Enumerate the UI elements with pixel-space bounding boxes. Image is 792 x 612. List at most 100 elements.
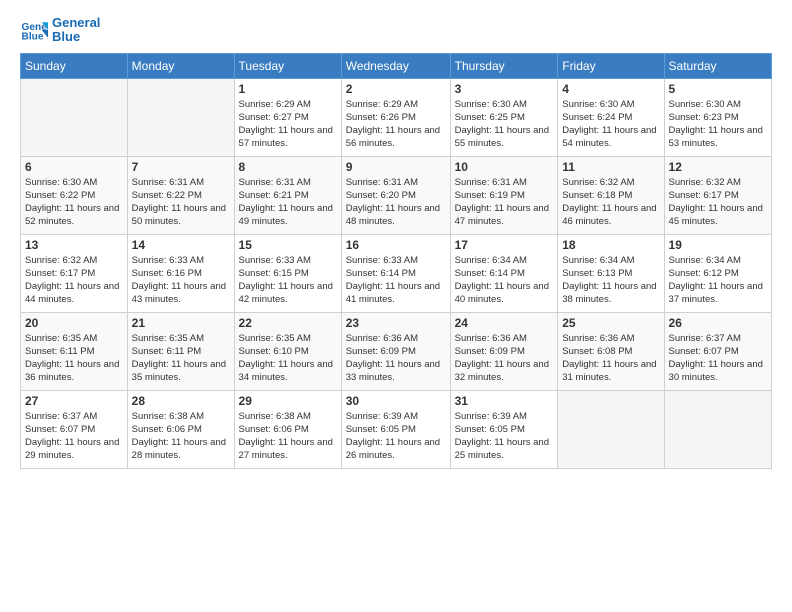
day-info: Sunrise: 6:36 AMSunset: 6:09 PMDaylight:… — [346, 332, 446, 385]
day-number: 12 — [669, 160, 767, 174]
day-number: 6 — [25, 160, 123, 174]
calendar-cell: 13 Sunrise: 6:32 AMSunset: 6:17 PMDayligh… — [21, 234, 128, 312]
day-number: 7 — [132, 160, 230, 174]
calendar-cell: 26 Sunrise: 6:37 AMSunset: 6:07 PMDayligh… — [664, 312, 771, 390]
weekday-header: Thursday — [450, 53, 558, 78]
logo-text: General — [52, 16, 100, 30]
day-number: 10 — [455, 160, 554, 174]
logo: General Blue General Blue — [20, 16, 100, 45]
calendar-cell: 7 Sunrise: 6:31 AMSunset: 6:22 PMDaylight… — [127, 156, 234, 234]
day-number: 22 — [239, 316, 337, 330]
weekday-header: Saturday — [664, 53, 771, 78]
calendar-cell: 15 Sunrise: 6:33 AMSunset: 6:15 PMDayligh… — [234, 234, 341, 312]
calendar-cell: 10 Sunrise: 6:31 AMSunset: 6:19 PMDayligh… — [450, 156, 558, 234]
calendar-cell: 22 Sunrise: 6:35 AMSunset: 6:10 PMDayligh… — [234, 312, 341, 390]
calendar-cell: 23 Sunrise: 6:36 AMSunset: 6:09 PMDayligh… — [341, 312, 450, 390]
calendar-week-row: 1Sunrise: 6:29 AMSunset: 6:27 PMDaylight… — [21, 78, 772, 156]
calendar-cell: 28 Sunrise: 6:38 AMSunset: 6:06 PMDayligh… — [127, 390, 234, 468]
day-number: 13 — [25, 238, 123, 252]
calendar-cell: 9 Sunrise: 6:31 AMSunset: 6:20 PMDaylight… — [341, 156, 450, 234]
calendar-cell: 14 Sunrise: 6:33 AMSunset: 6:16 PMDayligh… — [127, 234, 234, 312]
day-number: 28 — [132, 394, 230, 408]
calendar-cell: 21Sunrise: 6:35 AMSunset: 6:11 PMDayligh… — [127, 312, 234, 390]
day-info: Sunrise: 6:37 AMSunset: 6:07 PMDaylight:… — [25, 410, 123, 463]
calendar-cell — [127, 78, 234, 156]
day-info: Sunrise: 6:30 AMSunset: 6:23 PMDaylight:… — [669, 98, 767, 151]
day-info: Sunrise: 6:31 AMSunset: 6:21 PMDaylight:… — [239, 176, 337, 229]
day-number: 17 — [455, 238, 554, 252]
page: General Blue General Blue SundayMondayTu… — [0, 0, 792, 479]
day-info: Sunrise: 6:33 AMSunset: 6:14 PMDaylight:… — [346, 254, 446, 307]
day-info: Sunrise: 6:34 AMSunset: 6:12 PMDaylight:… — [669, 254, 767, 307]
header: General Blue General Blue — [20, 16, 772, 45]
day-info: Sunrise: 6:37 AMSunset: 6:07 PMDaylight:… — [669, 332, 767, 385]
day-info: Sunrise: 6:33 AMSunset: 6:16 PMDaylight:… — [132, 254, 230, 307]
day-info: Sunrise: 6:35 AMSunset: 6:11 PMDaylight:… — [132, 332, 230, 385]
calendar-cell: 3 Sunrise: 6:30 AMSunset: 6:25 PMDaylight… — [450, 78, 558, 156]
calendar-cell: 17 Sunrise: 6:34 AMSunset: 6:14 PMDayligh… — [450, 234, 558, 312]
day-number: 1 — [239, 82, 337, 96]
day-info: Sunrise: 6:32 AMSunset: 6:17 PMDaylight:… — [669, 176, 767, 229]
calendar-cell: 11Sunrise: 6:32 AMSunset: 6:18 PMDayligh… — [558, 156, 664, 234]
day-number: 16 — [346, 238, 446, 252]
day-info: Sunrise: 6:31 AMSunset: 6:19 PMDaylight:… — [455, 176, 554, 229]
logo-icon: General Blue — [20, 16, 48, 44]
calendar-cell: 5 Sunrise: 6:30 AMSunset: 6:23 PMDaylight… — [664, 78, 771, 156]
weekday-header: Wednesday — [341, 53, 450, 78]
day-info: Sunrise: 6:32 AMSunset: 6:17 PMDaylight:… — [25, 254, 123, 307]
day-info: Sunrise: 6:33 AMSunset: 6:15 PMDaylight:… — [239, 254, 337, 307]
day-number: 24 — [455, 316, 554, 330]
day-number: 8 — [239, 160, 337, 174]
calendar-week-row: 27 Sunrise: 6:37 AMSunset: 6:07 PMDayligh… — [21, 390, 772, 468]
day-info: Sunrise: 6:39 AMSunset: 6:05 PMDaylight:… — [346, 410, 446, 463]
weekday-header: Sunday — [21, 53, 128, 78]
day-number: 27 — [25, 394, 123, 408]
calendar-cell: 20 Sunrise: 6:35 AMSunset: 6:11 PMDayligh… — [21, 312, 128, 390]
day-number: 20 — [25, 316, 123, 330]
day-info: Sunrise: 6:34 AMSunset: 6:14 PMDaylight:… — [455, 254, 554, 307]
calendar-cell — [558, 390, 664, 468]
day-number: 29 — [239, 394, 337, 408]
day-info: Sunrise: 6:31 AMSunset: 6:22 PMDaylight:… — [132, 176, 230, 229]
weekday-header: Friday — [558, 53, 664, 78]
calendar-cell: 31 Sunrise: 6:39 AMSunset: 6:05 PMDayligh… — [450, 390, 558, 468]
day-info: Sunrise: 6:30 AMSunset: 6:25 PMDaylight:… — [455, 98, 554, 151]
calendar-cell: 18 Sunrise: 6:34 AMSunset: 6:13 PMDayligh… — [558, 234, 664, 312]
calendar-cell: 4Sunrise: 6:30 AMSunset: 6:24 PMDaylight… — [558, 78, 664, 156]
day-number: 25 — [562, 316, 659, 330]
calendar-cell: 27 Sunrise: 6:37 AMSunset: 6:07 PMDayligh… — [21, 390, 128, 468]
day-info: Sunrise: 6:31 AMSunset: 6:20 PMDaylight:… — [346, 176, 446, 229]
calendar-week-row: 13 Sunrise: 6:32 AMSunset: 6:17 PMDayligh… — [21, 234, 772, 312]
day-info: Sunrise: 6:38 AMSunset: 6:06 PMDaylight:… — [132, 410, 230, 463]
day-number: 11 — [562, 160, 659, 174]
calendar-cell: 16 Sunrise: 6:33 AMSunset: 6:14 PMDayligh… — [341, 234, 450, 312]
day-info: Sunrise: 6:30 AMSunset: 6:24 PMDaylight:… — [562, 98, 659, 151]
day-number: 9 — [346, 160, 446, 174]
day-number: 23 — [346, 316, 446, 330]
calendar-cell: 6Sunrise: 6:30 AMSunset: 6:22 PMDaylight… — [21, 156, 128, 234]
day-number: 14 — [132, 238, 230, 252]
day-info: Sunrise: 6:36 AMSunset: 6:09 PMDaylight:… — [455, 332, 554, 385]
calendar-table: SundayMondayTuesdayWednesdayThursdayFrid… — [20, 53, 772, 469]
day-info: Sunrise: 6:35 AMSunset: 6:11 PMDaylight:… — [25, 332, 123, 385]
day-number: 15 — [239, 238, 337, 252]
day-number: 3 — [455, 82, 554, 96]
calendar-cell: 1Sunrise: 6:29 AMSunset: 6:27 PMDaylight… — [234, 78, 341, 156]
day-number: 30 — [346, 394, 446, 408]
day-info: Sunrise: 6:29 AMSunset: 6:26 PMDaylight:… — [346, 98, 446, 151]
day-number: 18 — [562, 238, 659, 252]
day-number: 26 — [669, 316, 767, 330]
day-number: 31 — [455, 394, 554, 408]
day-number: 19 — [669, 238, 767, 252]
day-info: Sunrise: 6:34 AMSunset: 6:13 PMDaylight:… — [562, 254, 659, 307]
day-info: Sunrise: 6:36 AMSunset: 6:08 PMDaylight:… — [562, 332, 659, 385]
calendar-cell — [21, 78, 128, 156]
day-info: Sunrise: 6:35 AMSunset: 6:10 PMDaylight:… — [239, 332, 337, 385]
day-info: Sunrise: 6:38 AMSunset: 6:06 PMDaylight:… — [239, 410, 337, 463]
calendar-header-row: SundayMondayTuesdayWednesdayThursdayFrid… — [21, 53, 772, 78]
calendar-cell: 30 Sunrise: 6:39 AMSunset: 6:05 PMDayligh… — [341, 390, 450, 468]
calendar-cell: 24 Sunrise: 6:36 AMSunset: 6:09 PMDayligh… — [450, 312, 558, 390]
day-info: Sunrise: 6:39 AMSunset: 6:05 PMDaylight:… — [455, 410, 554, 463]
day-number: 5 — [669, 82, 767, 96]
calendar-cell — [664, 390, 771, 468]
